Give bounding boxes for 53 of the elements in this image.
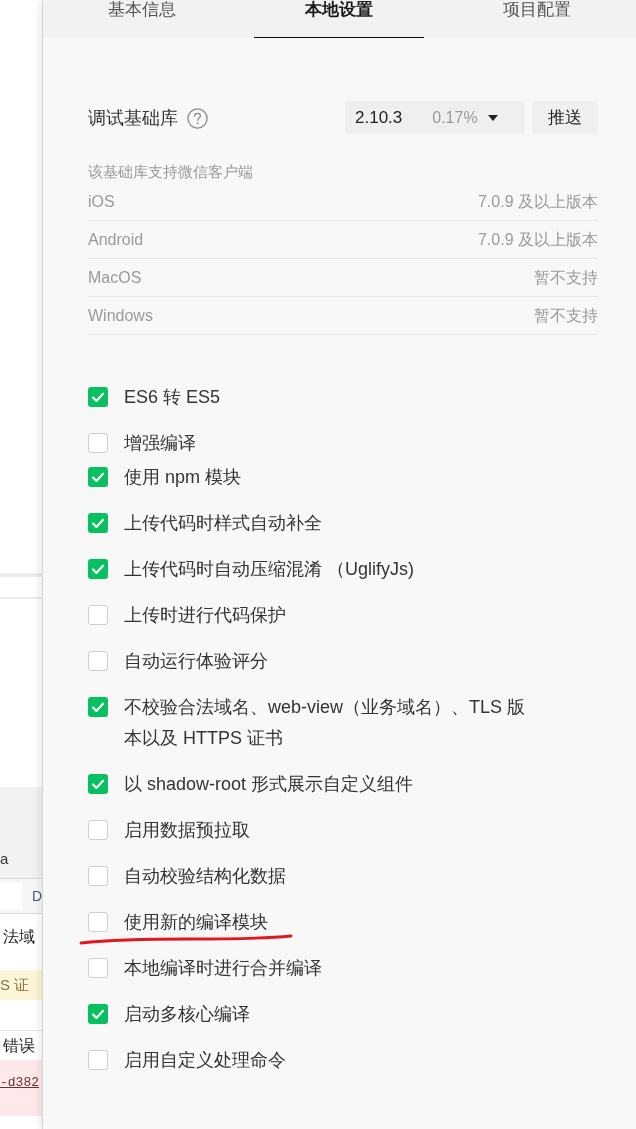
checkbox[interactable] bbox=[88, 651, 108, 671]
checkbox[interactable] bbox=[88, 467, 108, 487]
checkbox-label: ES6 转 ES5 bbox=[124, 385, 221, 409]
checkbox-label: 不校验合法域名、web-view（业务域名）、TLS 版本以及 HTTPS 证书 bbox=[124, 695, 527, 750]
version-requirement: 暂不支持 bbox=[534, 267, 598, 288]
text-fragment[interactable]: D bbox=[32, 887, 42, 905]
checkbox-label: 上传时进行代码保护 bbox=[124, 603, 286, 627]
checkbox[interactable] bbox=[88, 559, 108, 579]
checkbox-label: 自动运行体验评分 bbox=[124, 649, 268, 673]
warning-text: S 证 bbox=[0, 975, 30, 995]
checkbox-label: 上传代码时自动压缩混淆 （UglifyJs) bbox=[124, 557, 414, 581]
tab[interactable]: 本地设置 bbox=[254, 0, 425, 38]
version-requirement: 7.0.9 及以上版本 bbox=[477, 229, 598, 250]
caret-icon bbox=[487, 114, 498, 121]
checkbox-label: 上传代码时样式自动补全 bbox=[124, 511, 322, 535]
version-select[interactable]: 2.10.3 0.17% bbox=[345, 101, 525, 134]
checkbox[interactable] bbox=[88, 605, 108, 625]
checkbox-label: 自动校验结构化数据 bbox=[124, 864, 286, 888]
platform-name: iOS bbox=[88, 191, 115, 212]
tab[interactable]: 项目配置 bbox=[452, 0, 623, 38]
platform-name: Android bbox=[88, 229, 144, 250]
checkbox-label: 使用 npm 模块 bbox=[124, 465, 242, 489]
checkbox[interactable] bbox=[88, 1050, 108, 1070]
checkbox-label: 使用新的编译模块 bbox=[124, 910, 268, 934]
platform-name: MacOS bbox=[88, 267, 142, 288]
setting-label: 调试基础库 bbox=[88, 106, 178, 130]
checkbox-label: 启用自定义处理命令 bbox=[124, 1048, 286, 1072]
checkbox[interactable] bbox=[88, 820, 108, 840]
error-link[interactable]: -d382 bbox=[0, 1075, 39, 1090]
checkbox-label: 增强编译 bbox=[124, 431, 196, 455]
version-requirement: 7.0.9 及以上版本 bbox=[477, 191, 598, 212]
checkbox[interactable] bbox=[88, 1004, 108, 1024]
checkbox-label: 启用数据预拉取 bbox=[124, 818, 250, 842]
checkbox[interactable] bbox=[88, 513, 108, 533]
checkbox[interactable] bbox=[88, 774, 108, 794]
version-requirement: 暂不支持 bbox=[534, 305, 598, 326]
support-heading: 该基础库支持微信客户端 bbox=[88, 162, 254, 182]
checkbox[interactable] bbox=[88, 912, 108, 932]
push-button[interactable]: 推送 bbox=[532, 101, 598, 134]
checkbox[interactable] bbox=[88, 866, 108, 886]
text-fragment: 错误 bbox=[3, 1035, 35, 1056]
checkbox[interactable] bbox=[88, 387, 108, 407]
checkbox[interactable] bbox=[88, 958, 108, 978]
checkbox[interactable] bbox=[88, 433, 108, 453]
checkbox-label: 以 shadow-root 形式展示自定义组件 bbox=[124, 772, 414, 796]
platform-name: Windows bbox=[88, 305, 153, 326]
text-fragment: 法域 bbox=[3, 927, 35, 947]
checkbox-label: 启动多核心编译 bbox=[124, 1002, 250, 1026]
checkbox-label: 本地编译时进行合并编译 bbox=[124, 956, 322, 980]
text-fragment: a bbox=[0, 849, 9, 869]
tab[interactable]: 基本信息 bbox=[56, 0, 227, 38]
checkbox[interactable] bbox=[88, 697, 108, 717]
help-icon[interactable] bbox=[187, 108, 208, 129]
